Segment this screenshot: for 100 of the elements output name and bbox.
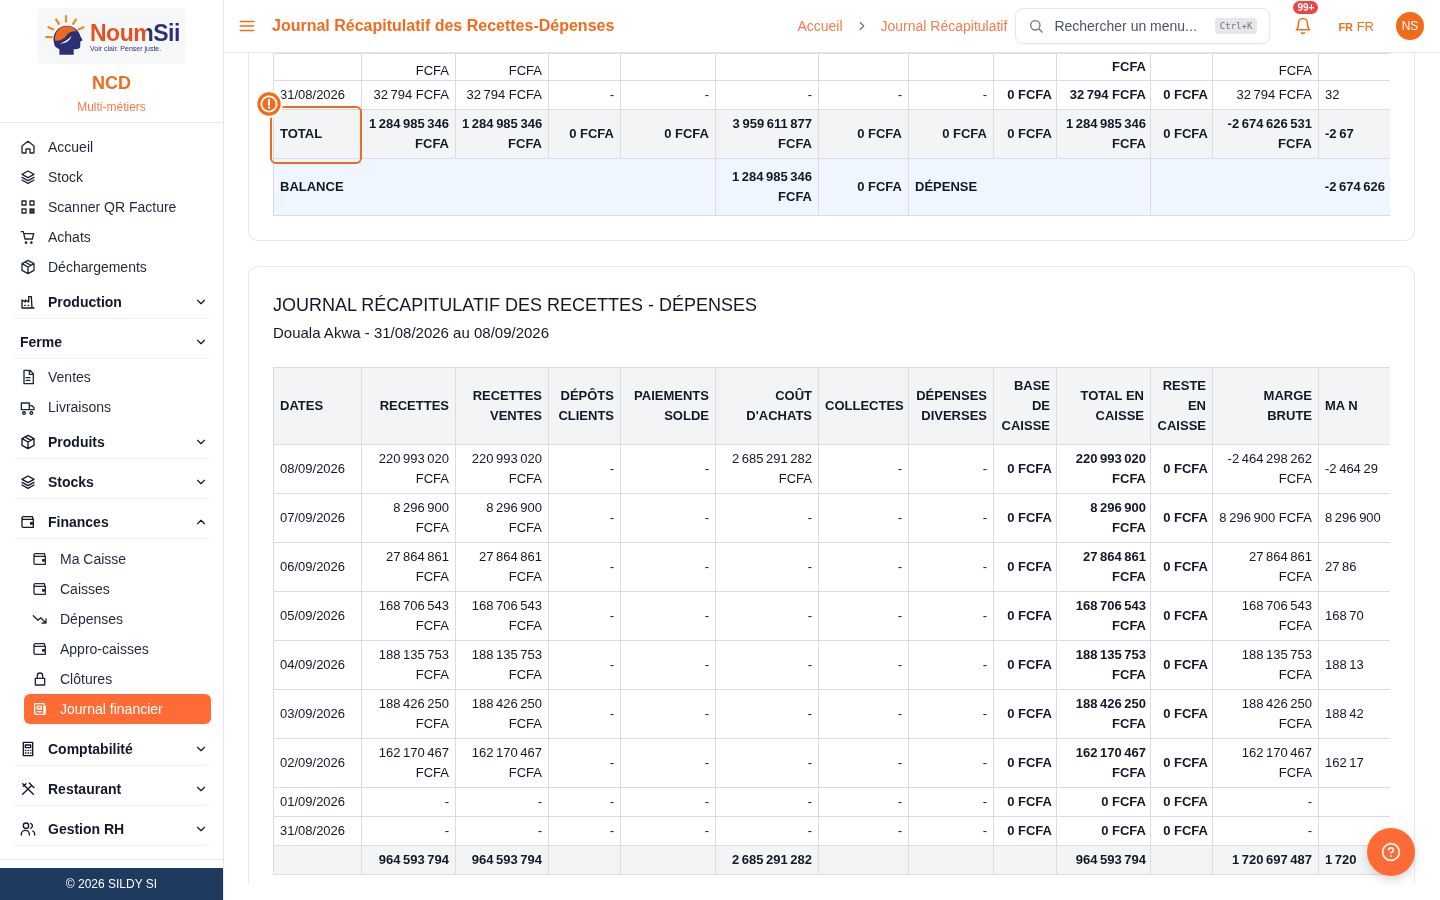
table-cell: - <box>818 738 909 788</box>
table-cell: 0 FCFA <box>993 493 1057 543</box>
bell-icon <box>1294 17 1313 35</box>
wallet-icon <box>32 551 48 567</box>
table-cell: 162 170 467 FCFA <box>1056 738 1151 788</box>
table-cell: DÉPENSE <box>908 158 1151 216</box>
box-icon <box>20 433 36 450</box>
table-cell: - <box>548 816 621 846</box>
nav-group[interactable]: Stocks <box>12 465 211 499</box>
column-header: MA N <box>1318 367 1390 445</box>
report-title: JOURNAL RÉCAPITULATIF DES RECETTES - DÉPENSES <box>273 295 759 316</box>
column-header: TOTAL EN CAISSE <box>1056 367 1151 445</box>
table-cell: -2 674 626 <box>1150 158 1390 216</box>
table-cell: 220 993 020 FCFA <box>361 444 456 494</box>
table-cell: - <box>908 493 994 543</box>
wallet-icon <box>32 641 48 657</box>
search-field[interactable]: Rechercher un menu... Ctrl+K <box>1015 8 1271 44</box>
nav-item[interactable]: Ma Caisse <box>24 544 211 574</box>
nav-item[interactable]: Accueil <box>12 132 211 162</box>
table-cell: - <box>548 591 621 641</box>
table-cell: 0 FCFA <box>1150 689 1213 739</box>
document-icon <box>20 369 36 385</box>
report-subtitle: Douala Akwa - 31/08/2026 au 08/09/2026 <box>273 324 551 341</box>
nav-item[interactable]: Scanner QR Facture <box>12 192 211 222</box>
table-cell: - <box>715 689 819 739</box>
table-cell: - <box>908 787 994 817</box>
nav-item[interactable]: Stock <box>12 162 211 192</box>
nav-item[interactable]: Livraisons <box>12 392 211 422</box>
table-cell: 0 FCFA <box>818 158 909 216</box>
table-cell: FCFA <box>361 53 456 81</box>
nav-group[interactable]: Production <box>12 285 211 319</box>
table-cell: 188 135 753 FCFA <box>361 640 456 690</box>
nav-item[interactable]: Appro-caisses <box>24 634 211 664</box>
nav-group[interactable]: Finances <box>12 505 211 539</box>
table-cell: 0 FCFA <box>993 591 1057 641</box>
table-cell: 0 FCFA <box>1150 787 1213 817</box>
alert-icon <box>255 90 283 118</box>
table-cell: - <box>908 542 994 592</box>
notification-count: 99+ <box>1293 1 1319 14</box>
company-name: NCD <box>92 73 131 94</box>
table-cell: 0 FCFA <box>1150 816 1213 846</box>
table-cell: 0 FCFA <box>993 640 1057 690</box>
table-cell: - <box>715 787 819 817</box>
nav-group[interactable]: Ferme <box>12 325 211 359</box>
nav-item[interactable]: Ventes <box>12 362 211 392</box>
table-cell: 1 284 985 346 FCFA <box>1056 109 1151 159</box>
table-cell: 162 170 467 FCFA <box>361 738 456 788</box>
utensils-icon <box>20 780 36 797</box>
table-cell: BALANCE <box>273 158 716 216</box>
table-cell: 08/09/2026 <box>273 444 362 494</box>
help-icon <box>1381 842 1401 862</box>
nav-item[interactable]: Déchargements <box>12 252 211 282</box>
table-cell: 27 864 861 FCFA <box>1212 542 1319 592</box>
table-cell: 964 593 794 <box>1056 845 1151 875</box>
table-cell: 0 FCFA <box>1150 640 1213 690</box>
table-cell: 02/09/2026 <box>273 738 362 788</box>
table-cell: 27 864 861 FCFA <box>361 542 456 592</box>
table-cell: FCFA <box>455 53 549 81</box>
shortcut-hint: Ctrl+K <box>1214 18 1258 34</box>
column-header: DÉPENSES DIVERSES <box>908 367 994 445</box>
table-cell: 32 794 FCFA <box>361 80 456 110</box>
table-cell: 0 FCFA <box>993 738 1057 788</box>
table-cell: - <box>548 738 621 788</box>
table-cell: 0 FCFA <box>1150 738 1213 788</box>
table-cell: 168 706 543 FCFA <box>1212 591 1319 641</box>
table-cell: - <box>620 640 716 690</box>
nav-group[interactable]: Gestion RH <box>12 812 211 846</box>
table-cell: 0 FCFA <box>993 787 1057 817</box>
nav-item[interactable]: Achats <box>12 222 211 252</box>
table-cell: - <box>455 787 549 817</box>
nav-group[interactable]: Produits <box>12 425 211 459</box>
table-cell: - <box>620 542 716 592</box>
house-icon <box>20 139 36 155</box>
table-cell: - <box>548 640 621 690</box>
table-cell: 188 426 250 FCFA <box>361 689 456 739</box>
table-cell: 0 FCFA <box>620 109 716 159</box>
table-cell: 188 135 753 FCFA <box>1212 640 1319 690</box>
table-cell: 0 FCFA <box>993 109 1057 159</box>
table-cell: -2 67 <box>1318 109 1390 159</box>
table-cell: 8 296 900 FCFA <box>361 493 456 543</box>
nav-item[interactable]: Caisses <box>24 574 211 604</box>
table-cell: 2 685 291 282 <box>715 845 819 875</box>
table-cell: - <box>818 689 909 739</box>
table-cell: FCFA <box>1212 53 1319 81</box>
table-cell: 188 135 753 FCFA <box>1056 640 1151 690</box>
table-cell: - <box>548 80 621 110</box>
table-cell: - <box>548 787 621 817</box>
nav-item[interactable]: Dépenses <box>24 604 211 634</box>
table-cell: - <box>818 493 909 543</box>
nav-group[interactable]: Restaurant <box>12 772 211 806</box>
table-cell: 0 FCFA <box>818 109 909 159</box>
table-cell: 27 864 861 FCFA <box>1056 542 1151 592</box>
nav-group[interactable]: Comptabilité <box>12 732 211 766</box>
table-cell: 06/09/2026 <box>273 542 362 592</box>
table-cell: - <box>818 591 909 641</box>
table-cell: -2 674 626 531 FCFA <box>1212 109 1319 159</box>
table-cell: 32 794 FCFA <box>1212 80 1319 110</box>
nav-item[interactable]: Clôtures <box>24 664 211 694</box>
table-cell: 8 296 900 FCFA <box>455 493 549 543</box>
table-cell: - <box>620 80 716 110</box>
